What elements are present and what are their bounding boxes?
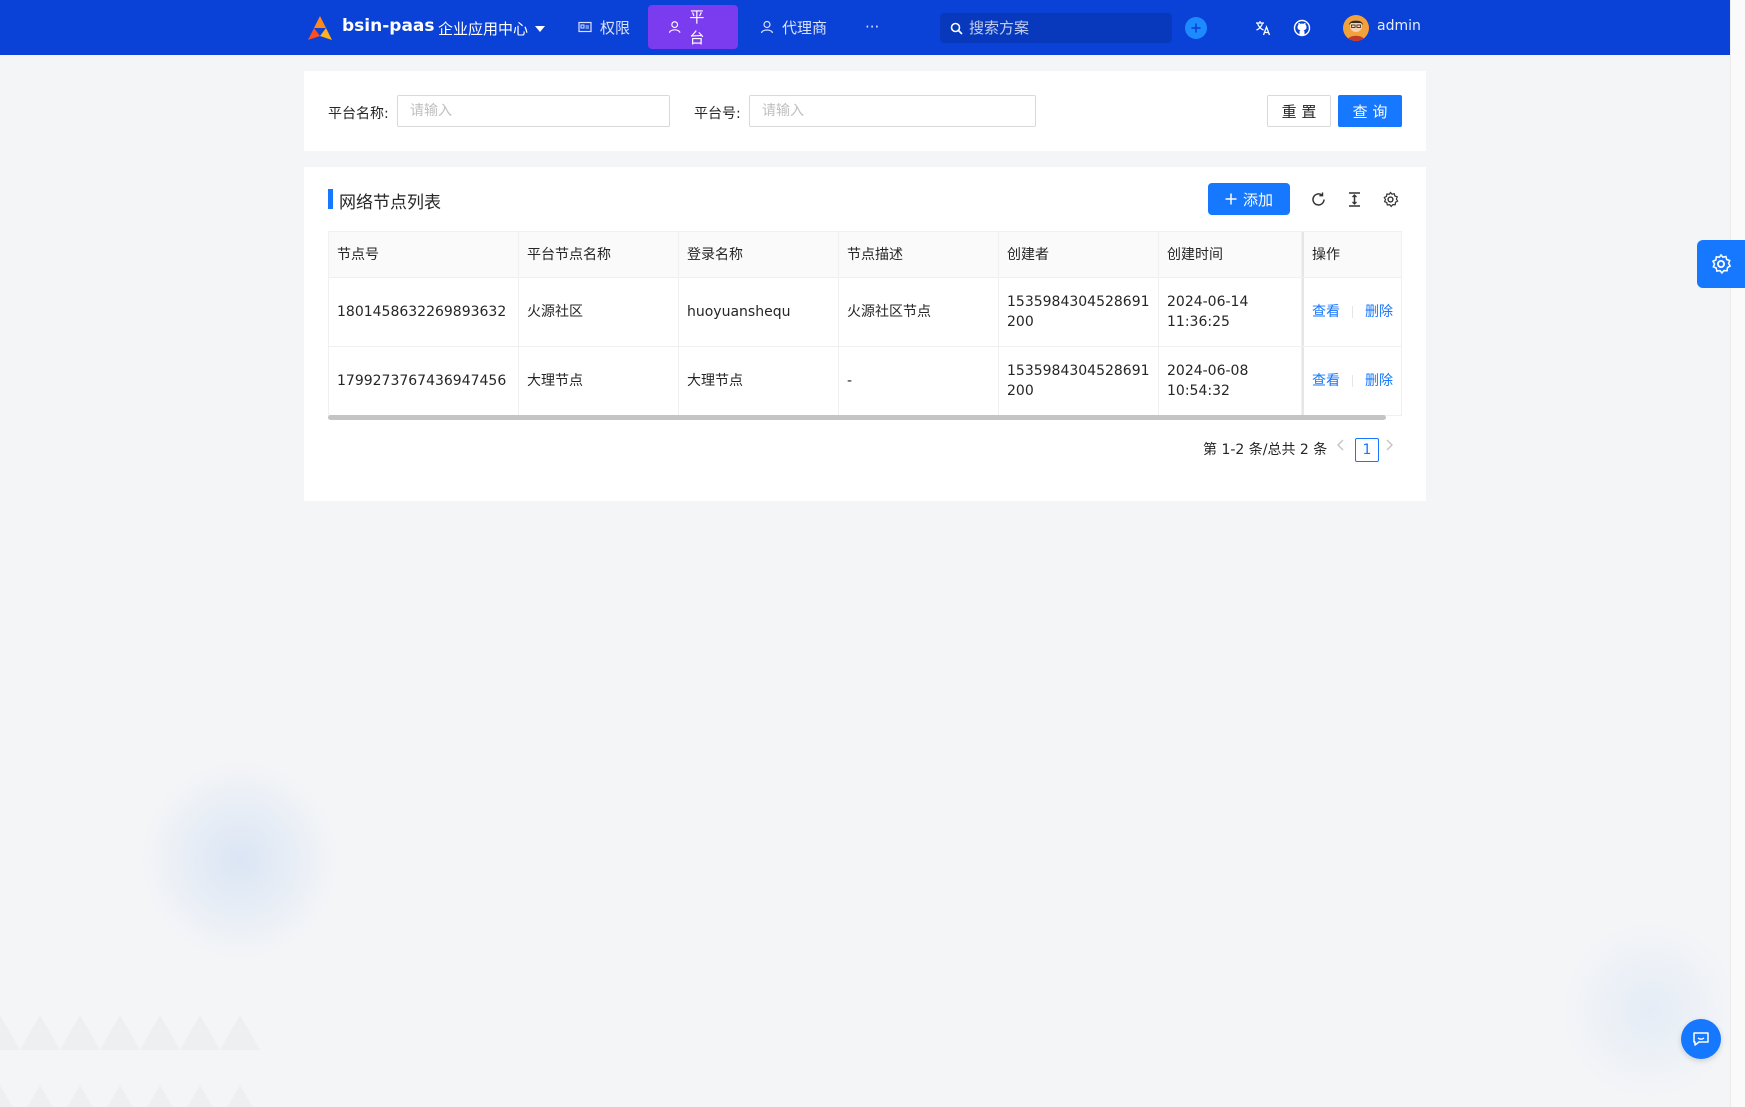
nav-item-agents[interactable]: 代理商 bbox=[740, 5, 847, 49]
platform-no-input[interactable] bbox=[749, 95, 1036, 127]
app-selector-dropdown[interactable]: 企业应用中心 bbox=[438, 18, 546, 39]
nav-item-label: 代理商 bbox=[782, 18, 828, 37]
add-button-label: 添加 bbox=[1242, 190, 1273, 209]
column-header[interactable]: 节点描述 bbox=[839, 232, 999, 277]
user-icon bbox=[668, 21, 681, 33]
logo-icon bbox=[308, 16, 332, 40]
table-row: 1799273767436947456 大理节点 大理节点 - 15359843… bbox=[328, 347, 1402, 416]
cell-platform-node-name: 大理节点 bbox=[519, 347, 679, 415]
cell-platform-node-name: 火源社区 bbox=[519, 278, 679, 346]
search-icon bbox=[950, 22, 963, 35]
title-accent-bar bbox=[328, 189, 333, 209]
column-header[interactable]: 登录名称 bbox=[679, 232, 839, 277]
github-icon bbox=[1293, 19, 1311, 37]
reset-button[interactable]: 重 置 bbox=[1267, 95, 1331, 127]
table-row: 1801458632269893632 火源社区 huoyuanshequ 火源… bbox=[328, 278, 1402, 347]
search-form-card: 平台名称: 平台号: 重 置 查 询 bbox=[304, 71, 1426, 151]
cell-description: 火源社区节点 bbox=[839, 278, 999, 346]
column-header[interactable]: 平台节点名称 bbox=[519, 232, 679, 277]
nav-more-button[interactable]: ··· bbox=[845, 5, 899, 49]
search-input[interactable] bbox=[969, 19, 1149, 37]
plus-icon bbox=[1225, 193, 1237, 205]
next-page-button[interactable] bbox=[1385, 439, 1394, 455]
gear-icon bbox=[1711, 253, 1732, 275]
cell-creator: 1535984304528691200 bbox=[999, 278, 1159, 346]
cell-node-no: 1801458632269893632 bbox=[328, 278, 519, 346]
background-decoration bbox=[1560, 920, 1740, 1100]
node-list-card: 网络节点列表 添加 节点号 平台节点名称 登录名称 节点描述 创建者 创建时间 … bbox=[304, 167, 1426, 501]
column-header[interactable]: 创建者 bbox=[999, 232, 1159, 277]
page-1-button[interactable]: 1 bbox=[1355, 438, 1379, 462]
reload-button[interactable] bbox=[1307, 188, 1329, 210]
action-divider bbox=[1352, 306, 1353, 318]
cell-login-name: 大理节点 bbox=[679, 347, 839, 415]
cell-login-name: huoyuanshequ bbox=[679, 278, 839, 346]
top-navigation-bar: bsin-paas 企业应用中心 权限 平台 代理商 ··· 搜索方案 admi… bbox=[0, 0, 1730, 55]
nav-item-label: 权限 bbox=[600, 18, 631, 37]
translate-icon bbox=[1256, 21, 1271, 36]
column-header[interactable]: 节点号 bbox=[328, 232, 519, 277]
more-icon: ··· bbox=[865, 18, 880, 36]
card-title: 网络节点列表 bbox=[339, 193, 441, 213]
page-scrollbar[interactable] bbox=[1730, 0, 1745, 1107]
density-button[interactable] bbox=[1343, 188, 1365, 210]
caret-down-icon bbox=[535, 25, 546, 32]
avatar[interactable] bbox=[1343, 15, 1369, 41]
view-link[interactable]: 查看 bbox=[1312, 302, 1340, 322]
username[interactable]: admin bbox=[1377, 18, 1421, 34]
node-table: 节点号 平台节点名称 登录名称 节点描述 创建者 创建时间 操作 1801458… bbox=[328, 231, 1402, 416]
pagination-total: 第 1-2 条/总共 2 条 bbox=[1203, 442, 1328, 458]
id-card-icon bbox=[578, 21, 592, 33]
column-height-icon bbox=[1348, 191, 1360, 207]
gear-icon bbox=[1382, 191, 1398, 207]
brand-name: bsin-paas bbox=[342, 16, 435, 36]
search-box[interactable] bbox=[940, 13, 1172, 43]
cell-creator: 1535984304528691200 bbox=[999, 347, 1159, 415]
github-button[interactable] bbox=[1291, 17, 1313, 39]
platform-no-label: 平台号: bbox=[694, 106, 741, 122]
background-decoration bbox=[140, 760, 340, 960]
cell-actions: 查看 删除 bbox=[1302, 278, 1402, 346]
cell-created-at: 2024-06-14 11:36:25 bbox=[1159, 278, 1302, 346]
query-button[interactable]: 查 询 bbox=[1338, 95, 1402, 127]
chat-button[interactable] bbox=[1681, 1019, 1721, 1059]
cell-actions: 查看 删除 bbox=[1302, 347, 1402, 415]
theme-settings-button[interactable] bbox=[1697, 240, 1745, 288]
cell-description: - bbox=[839, 347, 999, 415]
translate-button[interactable] bbox=[1252, 17, 1274, 39]
cell-created-at: 2024-06-08 10:54:32 bbox=[1159, 347, 1302, 415]
nav-item-permissions[interactable]: 权限 bbox=[558, 5, 650, 49]
chat-icon bbox=[1693, 1032, 1709, 1046]
column-settings-button[interactable] bbox=[1379, 188, 1401, 210]
column-header: 操作 bbox=[1302, 232, 1402, 277]
app-selector-label: 企业应用中心 bbox=[438, 20, 529, 38]
platform-name-input[interactable] bbox=[397, 95, 670, 127]
prev-page-button[interactable] bbox=[1336, 439, 1345, 455]
reload-icon bbox=[1311, 192, 1325, 206]
table-header-row: 节点号 平台节点名称 登录名称 节点描述 创建者 创建时间 操作 bbox=[328, 231, 1402, 278]
avatar-image bbox=[1343, 15, 1369, 41]
cell-node-no: 1799273767436947456 bbox=[328, 347, 519, 415]
nav-item-label: 平台 bbox=[689, 8, 705, 47]
column-header[interactable]: 创建时间 bbox=[1159, 232, 1302, 277]
user-icon bbox=[760, 20, 774, 34]
action-divider bbox=[1352, 375, 1353, 387]
add-circle-button[interactable] bbox=[1185, 17, 1207, 39]
chevron-right-icon bbox=[1386, 439, 1393, 451]
plus-icon bbox=[1191, 23, 1201, 33]
table-horizontal-scrollbar[interactable] bbox=[328, 415, 1386, 420]
platform-name-label: 平台名称: bbox=[328, 106, 389, 122]
nav-item-platform[interactable]: 平台 bbox=[648, 5, 738, 49]
view-link[interactable]: 查看 bbox=[1312, 371, 1340, 391]
background-pattern bbox=[0, 980, 260, 1107]
chevron-left-icon bbox=[1337, 439, 1344, 451]
delete-link[interactable]: 删除 bbox=[1365, 371, 1393, 391]
delete-link[interactable]: 删除 bbox=[1365, 302, 1393, 322]
add-button[interactable]: 添加 bbox=[1208, 183, 1290, 215]
